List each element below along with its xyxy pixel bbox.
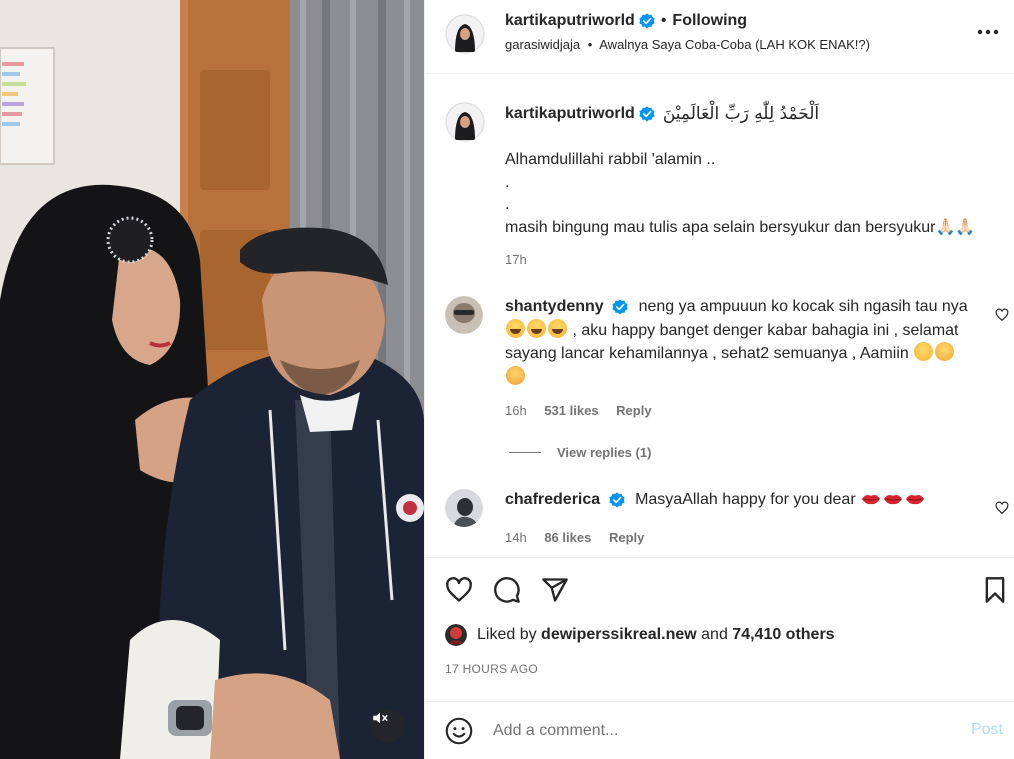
speaker-muted-icon — [373, 712, 388, 724]
comment-time[interactable]: 14h — [505, 530, 527, 545]
caption-line-4: masih bingung mau tulis apa selain bersy… — [505, 218, 976, 236]
verified-badge-icon — [639, 106, 655, 122]
audio-separator: • — [587, 37, 593, 52]
commenter-avatar-image — [445, 296, 483, 334]
likes-summary: Liked by dewiperssikreal.new and 74,410 … — [445, 624, 835, 646]
liked-by-prefix: Liked by — [477, 626, 537, 643]
caption-arabic-text: اَلْحَمْدُ لِلّٰهِ رَبِّ الْعَالَمِيْنَ — [662, 104, 820, 124]
caption-avatar-image — [445, 102, 485, 142]
caption-head: kartikaputriworld اَلْحَمْدُ لِلّٰهِ رَب… — [505, 104, 819, 124]
verified-badge-icon — [609, 492, 625, 508]
post-actions-bar — [425, 570, 1014, 610]
add-comment-bar: Post — [425, 701, 1014, 759]
following-button[interactable]: Following — [672, 12, 747, 30]
caption-author-avatar[interactable] — [445, 102, 485, 142]
more-horizontal-icon — [977, 29, 999, 35]
comment-meta: 16h 531 likes Reply — [505, 403, 666, 418]
more-options-button[interactable] — [975, 22, 1001, 42]
caption-timestamp[interactable]: 17h — [505, 252, 527, 267]
comment-likes[interactable]: 86 likes — [544, 530, 591, 545]
reply-button[interactable]: Reply — [609, 530, 644, 545]
commenter-avatar[interactable] — [445, 296, 483, 334]
lips-emoji-icon — [862, 495, 881, 505]
comment-text-a: neng ya ampuuun ko kocak sih ngasih tau … — [638, 298, 968, 315]
liker-avatar-image — [445, 624, 467, 646]
lips-emoji-icon — [906, 495, 925, 505]
liker-avatar[interactable] — [445, 624, 467, 646]
commenter-avatar[interactable] — [445, 489, 483, 527]
view-replies-label: View replies (1) — [557, 445, 652, 460]
caption-line-3: . — [505, 196, 510, 213]
commenter-username[interactable]: chafrederica — [505, 491, 600, 508]
post-header: kartikaputriworld • Following garasiwidj… — [425, 0, 1014, 74]
like-comment-heart-icon[interactable] — [995, 308, 1009, 322]
laughing-emoji-icon — [527, 318, 546, 338]
comment-meta: 14h 86 likes Reply — [505, 530, 658, 545]
comment-likes[interactable]: 531 likes — [544, 403, 598, 418]
author-avatar-image — [445, 14, 485, 54]
commenter-username[interactable]: shantydenny — [505, 298, 604, 315]
post-video[interactable] — [0, 0, 424, 759]
caption-line-2: . — [505, 173, 510, 191]
comment-text-b: , aku happy banget denger kabar bahagia … — [505, 321, 959, 363]
verified-badge-icon — [639, 13, 655, 29]
verified-badge-icon — [612, 299, 628, 315]
header-user-line: kartikaputriworld • Following — [505, 12, 747, 30]
comment-body: chafrederica MasyaAllah happy for you de… — [505, 489, 975, 512]
audio-user[interactable]: garasiwidjaja — [505, 37, 580, 52]
comment-bubble-icon[interactable] — [493, 576, 521, 604]
author-username[interactable]: kartikaputriworld — [505, 12, 635, 30]
share-paper-plane-icon[interactable] — [541, 576, 569, 604]
like-comment-heart-icon[interactable] — [995, 501, 1009, 515]
post-comment-button[interactable]: Post — [971, 721, 1003, 739]
caption-username[interactable]: kartikaputriworld — [505, 105, 635, 123]
view-replies-line — [509, 452, 541, 453]
post-details-panel: kartikaputriworld • Following garasiwidj… — [424, 0, 1014, 759]
liked-by-user[interactable]: dewiperssikreal.new — [541, 626, 697, 644]
liked-by-count[interactable]: 74,410 others — [732, 626, 834, 644]
smiling-emoji-icon — [914, 342, 934, 361]
mute-toggle-button[interactable] — [371, 709, 405, 743]
comment-body: shantydenny neng ya ampuuun ko kocak sih… — [505, 296, 975, 389]
save-bookmark-icon[interactable] — [981, 576, 1009, 604]
audio-attribution[interactable]: garasiwidjaja • Awalnya Saya Coba-Coba (… — [505, 37, 870, 52]
lips-emoji-icon — [884, 495, 903, 505]
comment-text: MasyaAllah happy for you dear — [635, 491, 856, 508]
like-heart-icon[interactable] — [445, 576, 473, 604]
laughing-emoji-icon — [548, 318, 567, 338]
caption-text: Alhamdulillahi rabbil 'alamin .. . . mas… — [505, 149, 1005, 239]
audio-title[interactable]: Awalnya Saya Coba-Coba (LAH KOK ENAK!?) — [599, 37, 870, 52]
comment-input[interactable] — [493, 718, 933, 744]
kiss-emoji-icon — [506, 365, 525, 385]
actions-divider — [425, 557, 1014, 558]
header-separator: • — [660, 12, 667, 29]
caption-line-1: Alhamdulillahi rabbil 'alamin .. — [505, 151, 716, 168]
reply-button[interactable]: Reply — [616, 403, 651, 418]
author-avatar[interactable] — [445, 14, 485, 54]
video-frame-illustration — [0, 0, 424, 759]
liked-by-and: and — [701, 626, 728, 643]
hugging-emoji-icon — [935, 342, 955, 361]
view-replies-button[interactable]: View replies (1) — [509, 445, 651, 460]
laughing-emoji-icon — [506, 318, 525, 338]
commenter-avatar-image — [445, 489, 483, 527]
emoji-picker-icon[interactable] — [445, 717, 473, 745]
comment-time[interactable]: 16h — [505, 403, 527, 418]
post-time-ago[interactable]: 17 HOURS AGO — [445, 662, 538, 676]
